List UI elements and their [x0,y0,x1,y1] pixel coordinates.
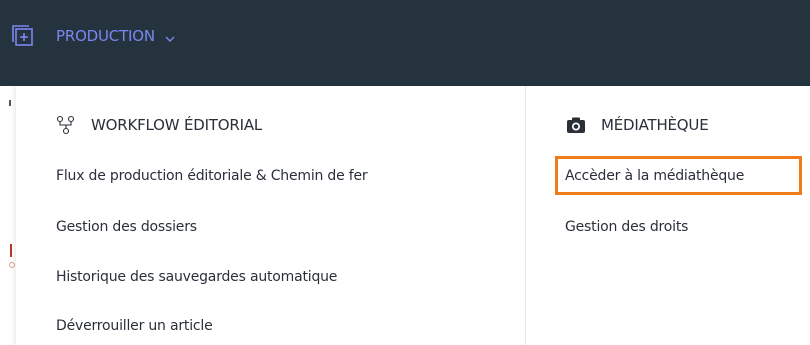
background-page-fragment [9,262,15,268]
background-page-fragment [9,100,11,106]
mediatheque-title-text: MÉDIATHÈQUE [601,116,709,134]
menu-item-historique-sauvegardes[interactable]: Historique des sauvegardes automatique [56,267,337,287]
column-divider [525,86,526,345]
workflow-section-title: WORKFLOW ÉDITORIAL [55,114,262,136]
menu-item-gestion-dossiers[interactable]: Gestion des dossiers [56,217,197,237]
background-page-edge [0,86,16,345]
background-page-fragment [10,244,12,257]
camera-icon [565,114,587,136]
production-menu-button[interactable]: PRODUCTION [11,24,176,48]
menu-item-gestion-droits[interactable]: Gestion des droits [565,217,688,237]
menu-item-deverrouiller-article[interactable]: Déverrouiller un article [56,316,213,336]
production-menu-label: PRODUCTION [56,27,155,45]
workflow-icon [55,114,77,136]
add-square-icon [11,24,35,48]
menu-item-flux-production[interactable]: Flux de production éditoriale & Chemin d… [56,166,368,186]
chevron-down-icon [164,30,176,42]
mediatheque-section-title: MÉDIATHÈQUE [565,114,709,136]
menu-item-acceder-mediatheque[interactable]: Accèder à la médiathèque [565,166,744,186]
top-navigation-bar: PRODUCTION [0,0,810,86]
workflow-title-text: WORKFLOW ÉDITORIAL [91,116,263,134]
